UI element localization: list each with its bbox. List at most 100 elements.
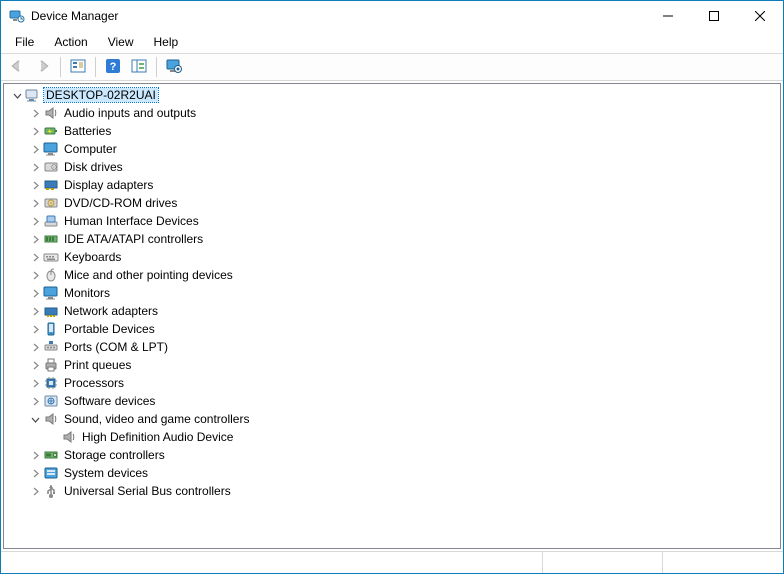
chevron-right-icon[interactable] bbox=[28, 142, 42, 156]
status-panel-1 bbox=[543, 552, 663, 573]
toolbar-extra-button[interactable] bbox=[127, 56, 151, 78]
chevron-right-icon[interactable] bbox=[28, 376, 42, 390]
tree-node[interactable]: Computer bbox=[4, 140, 780, 158]
menu-help[interactable]: Help bbox=[144, 33, 189, 51]
tree-node[interactable]: Network adapters bbox=[4, 302, 780, 320]
tree-node[interactable]: High Definition Audio Device bbox=[4, 428, 780, 446]
speaker-icon bbox=[42, 411, 60, 427]
menu-view[interactable]: View bbox=[98, 33, 144, 51]
tree-node[interactable]: Sound, video and game controllers bbox=[4, 410, 780, 428]
tree-container: DESKTOP-02R2UAI Audio inputs and outputs B… bbox=[1, 81, 783, 551]
tree-node[interactable]: Audio inputs and outputs bbox=[4, 104, 780, 122]
menu-action[interactable]: Action bbox=[44, 33, 97, 51]
tree-node-label: Portable Devices bbox=[62, 322, 157, 336]
tree-node-label: Processors bbox=[62, 376, 126, 390]
chevron-right-icon[interactable] bbox=[28, 394, 42, 408]
tree-node[interactable]: Disk drives bbox=[4, 158, 780, 176]
tree-node-label: Computer bbox=[62, 142, 119, 156]
chevron-right-icon[interactable] bbox=[28, 268, 42, 282]
tree-node[interactable]: DVD/CD-ROM drives bbox=[4, 194, 780, 212]
tree-node[interactable]: Mice and other pointing devices bbox=[4, 266, 780, 284]
tree-node-label: DVD/CD-ROM drives bbox=[62, 196, 179, 210]
computer-root-icon bbox=[24, 87, 42, 103]
chevron-right-icon[interactable] bbox=[28, 448, 42, 462]
monitor-scan-icon bbox=[166, 58, 182, 77]
status-panel-main bbox=[1, 552, 543, 573]
tree-node-label: Monitors bbox=[62, 286, 112, 300]
tree-node[interactable]: Storage controllers bbox=[4, 446, 780, 464]
hid-icon bbox=[42, 213, 60, 229]
tree-node-label: Audio inputs and outputs bbox=[62, 106, 198, 120]
tree-node-label: Mice and other pointing devices bbox=[62, 268, 235, 282]
chevron-right-icon[interactable] bbox=[28, 232, 42, 246]
printer-icon bbox=[42, 357, 60, 373]
cpu-icon bbox=[42, 375, 60, 391]
device-tree[interactable]: DESKTOP-02R2UAI Audio inputs and outputs B… bbox=[3, 83, 781, 549]
scan-hardware-button[interactable] bbox=[162, 56, 186, 78]
chevron-right-icon[interactable] bbox=[28, 466, 42, 480]
tree-node-label: Network adapters bbox=[62, 304, 160, 318]
speaker-icon bbox=[42, 105, 60, 121]
arrow-right-icon bbox=[35, 59, 51, 76]
tree-node-label: Disk drives bbox=[62, 160, 125, 174]
chevron-right-icon[interactable] bbox=[28, 358, 42, 372]
tree-node[interactable]: IDE ATA/ATAPI controllers bbox=[4, 230, 780, 248]
tree-node[interactable]: Processors bbox=[4, 374, 780, 392]
maximize-button[interactable] bbox=[691, 1, 737, 31]
menubar: FileActionViewHelp bbox=[1, 31, 783, 53]
battery-icon bbox=[42, 123, 60, 139]
chevron-right-icon[interactable] bbox=[28, 160, 42, 174]
chevron-right-icon[interactable] bbox=[28, 178, 42, 192]
tree-node[interactable]: Ports (COM & LPT) bbox=[4, 338, 780, 356]
chevron-right-icon[interactable] bbox=[28, 484, 42, 498]
chevron-right-icon[interactable] bbox=[28, 124, 42, 138]
close-button[interactable] bbox=[737, 1, 783, 31]
tree-node-label: Keyboards bbox=[62, 250, 123, 264]
minimize-button[interactable] bbox=[645, 1, 691, 31]
tree-node[interactable]: Portable Devices bbox=[4, 320, 780, 338]
device-manager-window: Device Manager FileActionViewHelp ? DESK… bbox=[0, 0, 784, 574]
tree-node[interactable]: Monitors bbox=[4, 284, 780, 302]
keyboard-icon bbox=[42, 249, 60, 265]
chevron-right-icon[interactable] bbox=[28, 304, 42, 318]
mouse-icon bbox=[42, 267, 60, 283]
chevron-right-icon[interactable] bbox=[28, 250, 42, 264]
chevron-right-icon[interactable] bbox=[28, 340, 42, 354]
chevron-down-icon[interactable] bbox=[28, 412, 42, 426]
app-icon bbox=[9, 8, 25, 24]
tree-node[interactable]: DESKTOP-02R2UAI bbox=[4, 86, 780, 104]
monitor-icon bbox=[42, 285, 60, 301]
layout-icon bbox=[131, 58, 147, 77]
tree-node[interactable]: Batteries bbox=[4, 122, 780, 140]
tree-node-label: Universal Serial Bus controllers bbox=[62, 484, 233, 498]
tree-node[interactable]: Software devices bbox=[4, 392, 780, 410]
chevron-right-icon[interactable] bbox=[28, 286, 42, 300]
tree-node-label: DESKTOP-02R2UAI bbox=[44, 88, 158, 102]
help-button[interactable]: ? bbox=[101, 56, 125, 78]
tree-node[interactable]: Human Interface Devices bbox=[4, 212, 780, 230]
menu-file[interactable]: File bbox=[5, 33, 44, 51]
tree-node[interactable]: Universal Serial Bus controllers bbox=[4, 482, 780, 500]
chevron-right-icon[interactable] bbox=[28, 106, 42, 120]
help-icon: ? bbox=[105, 58, 121, 77]
chevron-right-icon[interactable] bbox=[28, 196, 42, 210]
speaker-icon bbox=[60, 429, 78, 445]
usb-icon bbox=[42, 483, 60, 499]
window-controls bbox=[645, 1, 783, 31]
tree-node-label: Human Interface Devices bbox=[62, 214, 201, 228]
display-adapter-icon bbox=[42, 177, 60, 193]
tree-node-label: IDE ATA/ATAPI controllers bbox=[62, 232, 205, 246]
tree-node-label: Display adapters bbox=[62, 178, 155, 192]
tree-node[interactable]: Keyboards bbox=[4, 248, 780, 266]
tree-node[interactable]: Print queues bbox=[4, 356, 780, 374]
monitor-icon bbox=[42, 141, 60, 157]
chevron-right-icon[interactable] bbox=[28, 214, 42, 228]
chevron-down-icon[interactable] bbox=[10, 88, 24, 102]
show-hide-tree-button[interactable] bbox=[66, 56, 90, 78]
tree-node[interactable]: System devices bbox=[4, 464, 780, 482]
chevron-right-icon[interactable] bbox=[28, 322, 42, 336]
tree-node-label: Sound, video and game controllers bbox=[62, 412, 251, 426]
network-icon bbox=[42, 303, 60, 319]
tree-node[interactable]: Display adapters bbox=[4, 176, 780, 194]
disk-icon bbox=[42, 159, 60, 175]
